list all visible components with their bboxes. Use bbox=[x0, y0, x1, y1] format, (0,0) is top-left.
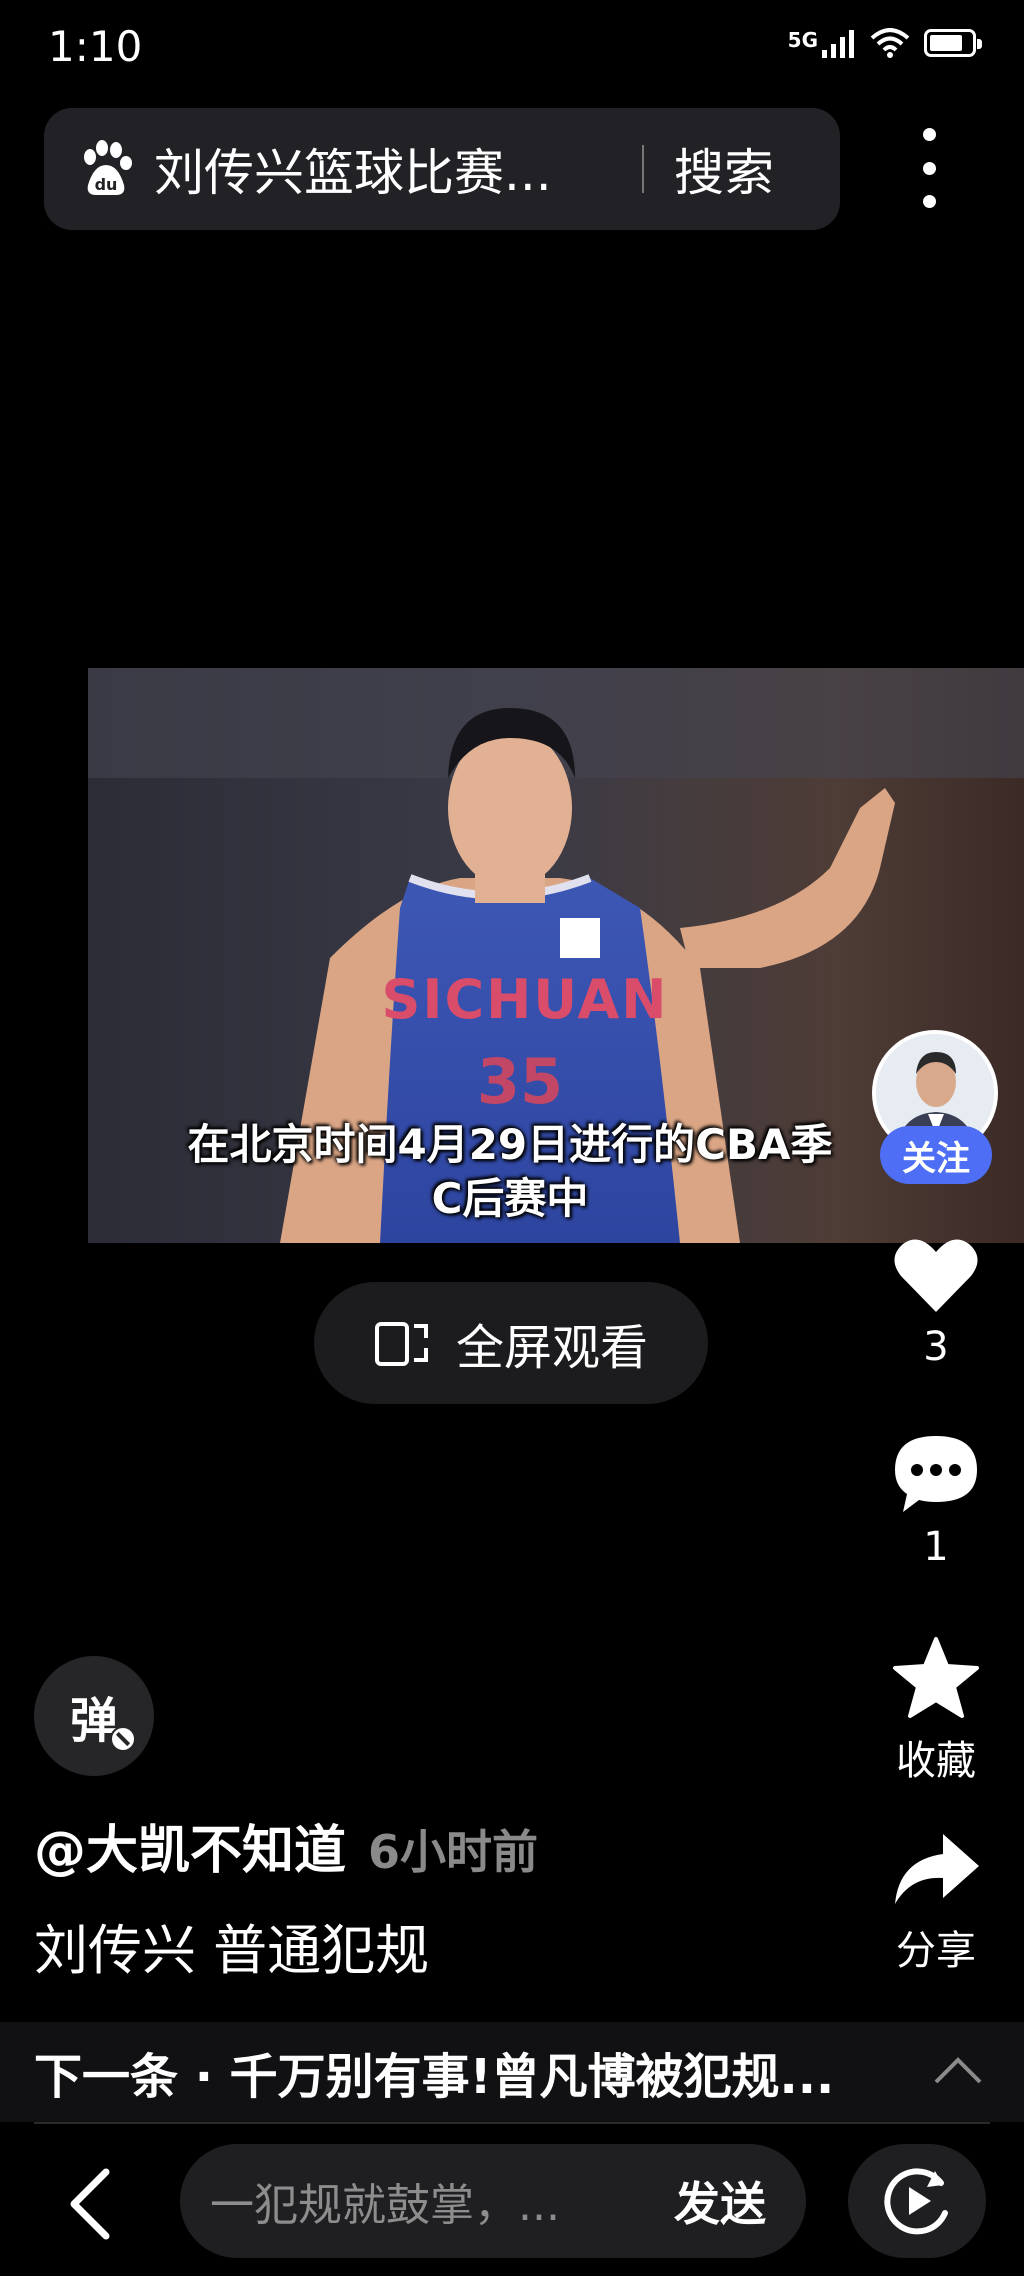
back-arrow-icon[interactable] bbox=[66, 2166, 116, 2242]
svg-text:35: 35 bbox=[477, 1045, 563, 1118]
search-bar[interactable]: du 刘传兴篮球比赛... 搜索 bbox=[44, 108, 840, 230]
next-video-title[interactable]: 下一条 · 千万别有事!曾凡博被犯规... bbox=[34, 2037, 904, 2107]
send-button[interactable]: 发送 bbox=[674, 2168, 766, 2234]
next-video-bar[interactable]: 下一条 · 千万别有事!曾凡博被犯规... bbox=[0, 2022, 1024, 2122]
comment-bubble-icon bbox=[895, 1436, 977, 1512]
dot bbox=[922, 128, 936, 141]
comment-button[interactable]: 1 bbox=[868, 1432, 1004, 1570]
svg-text:du: du bbox=[95, 175, 118, 194]
status-time: 1:10 bbox=[48, 22, 143, 71]
heart-icon bbox=[894, 1239, 978, 1312]
danmaku-off-icon bbox=[110, 1726, 136, 1752]
status-icons: 5G bbox=[787, 28, 982, 58]
svg-text:SICHUAN: SICHUAN bbox=[382, 968, 669, 1031]
author-name[interactable]: @大凯不知道 bbox=[34, 1808, 346, 1883]
favorite-button[interactable]: 收藏 bbox=[868, 1636, 1004, 1786]
search-divider bbox=[642, 145, 644, 193]
like-button[interactable]: 3 bbox=[868, 1236, 1004, 1370]
more-menu-button[interactable] bbox=[908, 128, 950, 208]
favorite-label: 收藏 bbox=[896, 1738, 976, 1784]
star-icon bbox=[893, 1637, 979, 1718]
video-subtitle: 在北京时间4月29日进行的CBA季 C后赛中 bbox=[80, 1118, 940, 1226]
search-button[interactable]: 搜索 bbox=[674, 133, 774, 205]
like-count: 3 bbox=[923, 1324, 949, 1370]
network-label: 5G bbox=[787, 28, 818, 52]
follow-button[interactable]: 关注 bbox=[880, 1126, 992, 1184]
fullscreen-icon bbox=[374, 1322, 428, 1366]
danmaku-toggle[interactable]: 弹 bbox=[34, 1656, 154, 1776]
chevron-up-icon[interactable] bbox=[932, 2052, 984, 2088]
share-button[interactable]: 分享 bbox=[868, 1830, 1004, 1976]
subtitle-line-2: C后赛中 bbox=[431, 1174, 589, 1223]
subtitle-line-1: 在北京时间4月29日进行的CBA季 bbox=[187, 1120, 833, 1169]
author-line: @大凯不知道 6小时前 bbox=[34, 1808, 538, 1883]
bottom-divider bbox=[34, 2122, 990, 2124]
comment-input[interactable]: 一犯规就鼓掌，... 发送 bbox=[180, 2144, 806, 2258]
signal-icon bbox=[822, 30, 854, 58]
share-label: 分享 bbox=[896, 1928, 976, 1974]
dot bbox=[922, 161, 936, 175]
battery-icon bbox=[924, 29, 982, 57]
dot bbox=[922, 195, 936, 208]
video-title: 刘传兴 普通犯规 bbox=[34, 1919, 430, 1982]
post-time: 6小时前 bbox=[368, 1825, 539, 1879]
fullscreen-label: 全屏观看 bbox=[455, 1320, 648, 1376]
replay-button[interactable] bbox=[848, 2144, 986, 2258]
comment-count: 1 bbox=[923, 1524, 949, 1570]
replay-play-icon bbox=[884, 2168, 948, 2235]
baidu-paw-icon: du bbox=[84, 140, 132, 195]
fullscreen-button[interactable]: 全屏观看 bbox=[314, 1282, 708, 1404]
share-arrow-icon bbox=[895, 1834, 979, 1904]
comment-placeholder[interactable]: 一犯规就鼓掌，... bbox=[210, 2169, 674, 2233]
wifi-icon bbox=[870, 28, 910, 58]
search-query[interactable]: 刘传兴篮球比赛... bbox=[154, 133, 604, 205]
battery-level bbox=[930, 35, 962, 51]
